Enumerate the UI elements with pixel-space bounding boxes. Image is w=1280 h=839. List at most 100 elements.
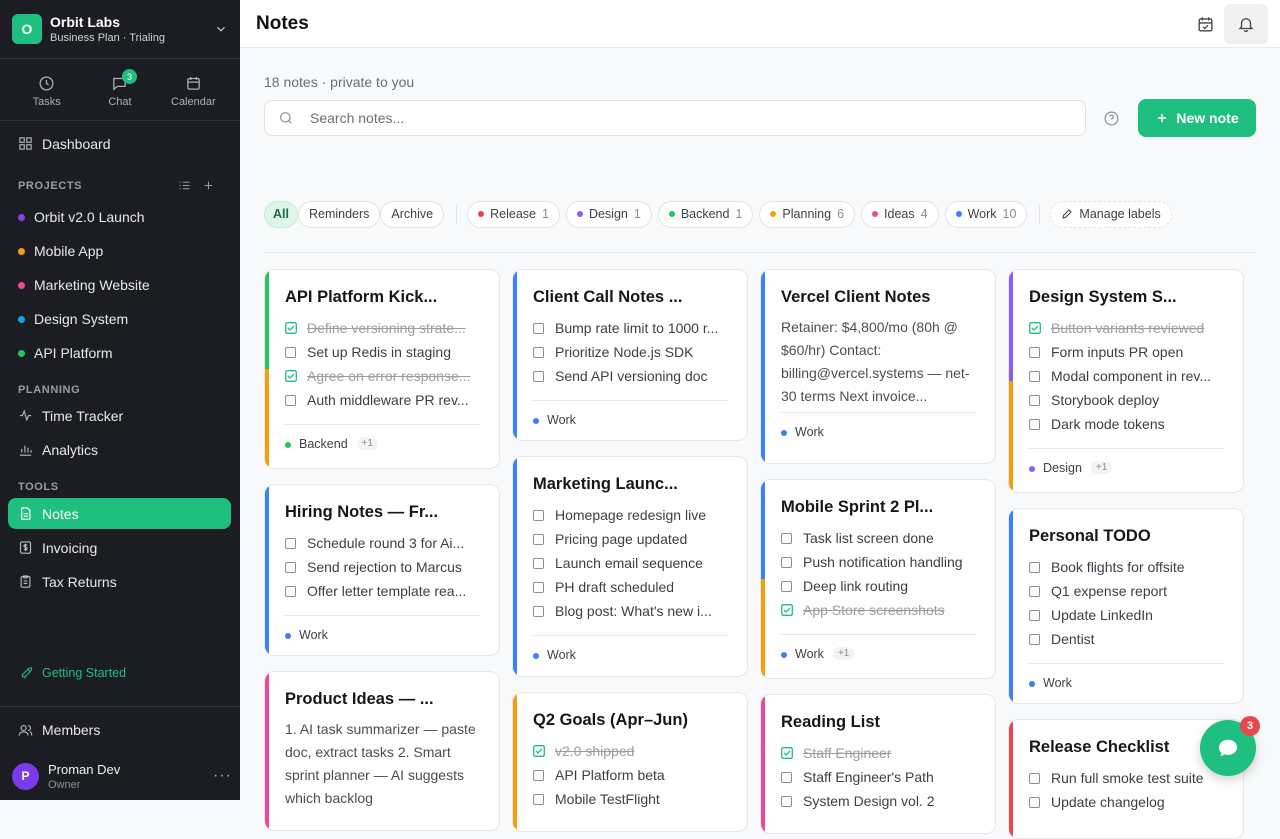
checklist-text: Send API versioning doc <box>555 368 708 384</box>
note-card[interactable]: Marketing Launc... Homepage redesign liv… <box>512 456 748 677</box>
project-item[interactable]: Orbit v2.0 Launch <box>18 206 145 228</box>
checklist-item[interactable]: Pricing page updated <box>533 527 729 551</box>
more-options-icon[interactable]: ··· <box>213 767 232 785</box>
quick-chat-label: Chat <box>108 96 132 108</box>
list-view-icon[interactable] <box>178 179 191 192</box>
help-icon[interactable] <box>1103 110 1120 127</box>
checklist-item[interactable]: Staff Engineer <box>781 741 977 765</box>
label-filter[interactable]: Backend 1 <box>657 200 754 228</box>
checklist-item[interactable]: System Design vol. 2 <box>781 789 977 813</box>
nav-notes[interactable]: Notes <box>8 498 231 529</box>
checklist-item[interactable]: Dark mode tokens <box>1029 412 1225 436</box>
checklist-item[interactable]: Dentist <box>1029 627 1225 651</box>
quick-calendar[interactable]: Calendar <box>157 60 230 120</box>
sidebar: O Orbit Labs Business Plan · Trialing Ta… <box>0 0 240 800</box>
checklist-text: Modal component in rev... <box>1051 368 1212 384</box>
view-all[interactable]: All <box>264 200 298 228</box>
checklist-item[interactable]: Task list screen done <box>781 526 977 550</box>
checklist-item[interactable]: Launch email sequence <box>533 551 729 575</box>
user-profile[interactable]: P Proman Dev Owner ··· <box>12 760 232 792</box>
manage-labels-button[interactable]: Manage labels <box>1050 200 1172 228</box>
checklist-item[interactable]: Run full smoke test suite <box>1029 766 1225 790</box>
note-label: Work <box>1043 676 1072 690</box>
project-item[interactable]: API Platform <box>18 342 113 364</box>
project-item[interactable]: Design System <box>18 308 128 330</box>
checklist-item[interactable]: Set up Redis in staging <box>285 340 481 364</box>
nav-invoicing[interactable]: Invoicing <box>8 532 231 563</box>
checklist-item[interactable]: Q1 expense report <box>1029 579 1225 603</box>
more-labels-badge: +1 <box>832 647 855 660</box>
checklist-text: Offer letter template rea... <box>307 583 467 599</box>
checklist-text: Q1 expense report <box>1051 583 1167 599</box>
checklist-item[interactable]: App Store screenshots <box>781 598 977 622</box>
note-card[interactable]: Q2 Goals (Apr–Jun) v2.0 shipped API Plat… <box>512 692 748 832</box>
checklist-item[interactable]: Prioritize Node.js SDK <box>533 340 729 364</box>
notes-count: 18 notes · private to you <box>264 74 415 90</box>
checklist-item[interactable]: Bump rate limit to 1000 r... <box>533 316 729 340</box>
checklist-item[interactable]: Staff Engineer's Path <box>781 765 977 789</box>
note-card[interactable]: Product Ideas — ... 1. AI task summarize… <box>264 671 500 831</box>
quick-chat[interactable]: 3 Chat <box>83 60 156 120</box>
project-item[interactable]: Mobile App <box>18 240 103 262</box>
add-project-icon[interactable] <box>202 179 215 192</box>
nav-dashboard[interactable]: Dashboard <box>8 128 231 159</box>
notifications-button[interactable] <box>1224 4 1268 44</box>
new-note-button[interactable]: New note <box>1138 99 1256 137</box>
checklist-item[interactable]: Form inputs PR open <box>1029 340 1225 364</box>
checklist-item[interactable]: PH draft scheduled <box>533 575 729 599</box>
checklist-item[interactable]: v2.0 shipped <box>533 739 729 763</box>
dashboard-icon <box>18 136 42 151</box>
note-card[interactable]: Client Call Notes ... Bump rate limit to… <box>512 269 748 441</box>
checklist-item[interactable]: Offer letter template rea... <box>285 579 481 603</box>
label-name: Planning <box>782 207 832 221</box>
checklist-item[interactable]: Push notification handling <box>781 550 977 574</box>
checklist-item[interactable]: Send rejection to Marcus <box>285 555 481 579</box>
checklist-item[interactable]: API Platform beta <box>533 763 729 787</box>
label-filter[interactable]: Release 1 <box>467 200 560 228</box>
checklist-item[interactable]: Agree on error response... <box>285 364 481 388</box>
note-card[interactable]: Design System S... Button variants revie… <box>1008 269 1244 493</box>
nav-tax-returns[interactable]: Tax Returns <box>8 566 231 597</box>
checklist-text: Mobile TestFlight <box>555 791 660 807</box>
checklist-item[interactable]: Blog post: What's new i... <box>533 599 729 623</box>
note-card[interactable]: Reading List Staff Engineer Staff Engine… <box>760 694 996 834</box>
checklist-item[interactable]: Update changelog <box>1029 790 1225 814</box>
note-card[interactable]: Personal TODO Book flights for offsite Q… <box>1008 508 1244 704</box>
note-card[interactable]: Vercel Client Notes Retainer: $4,800/mo … <box>760 269 996 464</box>
quick-tasks[interactable]: Tasks <box>10 60 83 120</box>
org-switcher[interactable]: O Orbit Labs Business Plan · Trialing <box>0 0 240 59</box>
checklist-item[interactable]: Book flights for offsite <box>1029 555 1225 579</box>
nav-time-tracker[interactable]: Time Tracker <box>8 400 231 431</box>
note-card[interactable]: Hiring Notes — Fr... Schedule round 3 fo… <box>264 484 500 656</box>
checklist-item[interactable]: Storybook deploy <box>1029 388 1225 412</box>
view-reminders[interactable]: Reminders <box>297 200 381 228</box>
checklist-item[interactable]: Send API versioning doc <box>533 364 729 388</box>
checklist-item[interactable]: Modal component in rev... <box>1029 364 1225 388</box>
getting-started-link[interactable]: Getting Started <box>20 666 126 680</box>
label-filter[interactable]: Work 10 <box>944 200 1028 228</box>
checklist-item[interactable]: Deep link routing <box>781 574 977 598</box>
checklist-item[interactable]: Define versioning strate... <box>285 316 481 340</box>
label-filter[interactable]: Planning 6 <box>759 200 856 228</box>
checklist-text: Staff Engineer <box>803 745 892 761</box>
checklist-text: v2.0 shipped <box>555 743 635 759</box>
checklist-item[interactable]: Mobile TestFlight <box>533 787 729 811</box>
view-archive[interactable]: Archive <box>380 200 445 228</box>
checklist-item[interactable]: Update LinkedIn <box>1029 603 1225 627</box>
checklist-item[interactable]: Homepage redesign live <box>533 503 729 527</box>
label-filter[interactable]: Ideas 4 <box>861 200 939 228</box>
note-card[interactable]: Mobile Sprint 2 Pl... Task list screen d… <box>760 479 996 679</box>
note-card[interactable]: API Platform Kick... Define versioning s… <box>264 269 500 469</box>
project-item[interactable]: Marketing Website <box>18 274 150 296</box>
nav-analytics[interactable]: Analytics <box>8 434 231 465</box>
calendar-check-button[interactable] <box>1183 4 1227 44</box>
checklist-item[interactable]: Schedule round 3 for Ai... <box>285 531 481 555</box>
nav-members[interactable]: Members <box>18 722 100 738</box>
checklist-item[interactable]: Button variants reviewed <box>1029 316 1225 340</box>
checklist-item[interactable]: Auth middleware PR rev... <box>285 388 481 412</box>
search-input[interactable] <box>310 110 1010 126</box>
label-dot <box>1029 681 1035 687</box>
note-color-bar <box>513 457 517 676</box>
checklist-text: Task list screen done <box>803 530 934 546</box>
label-filter[interactable]: Design 1 <box>565 200 652 228</box>
